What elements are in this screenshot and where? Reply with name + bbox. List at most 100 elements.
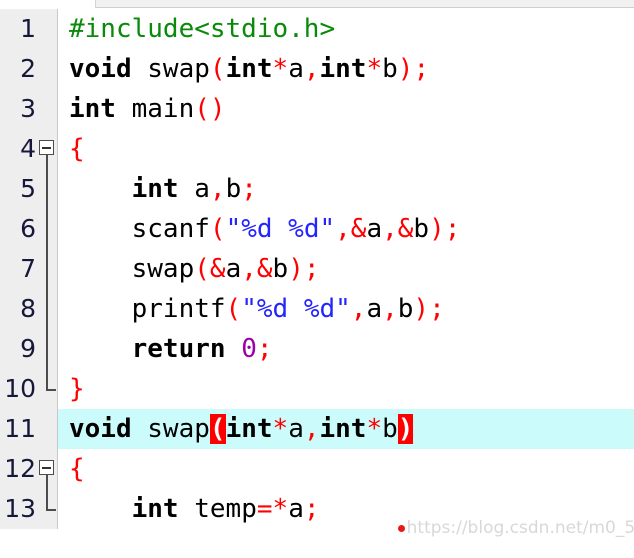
code-token-punc: &	[209, 254, 226, 284]
code-token-id: a	[366, 294, 383, 324]
code-token-punc: ,	[303, 414, 320, 444]
code-token-punc: *	[366, 414, 383, 444]
code-line[interactable]: {	[58, 449, 634, 489]
code-token-punc: )	[413, 294, 430, 324]
fold-region-end-marker	[46, 389, 56, 391]
code-token-punc: ,	[303, 54, 320, 84]
code-editor[interactable]: 1 2 3 4 5 6 7 8 9 10 11 12 13 #include<stdio.h> void …	[0, 9, 634, 538]
code-token-kw: int	[69, 94, 116, 124]
code-token-punc: ;	[303, 494, 320, 524]
line-number: 7	[20, 254, 36, 283]
code-line[interactable]: return 0;	[58, 329, 634, 369]
code-line[interactable]: int main()	[58, 89, 634, 129]
line-number-gutter[interactable]: 1 2 3 4 5 6 7 8 9 10 11 12 13	[0, 9, 58, 529]
code-token-punc: (	[225, 294, 242, 324]
code-token-punc: {	[69, 134, 85, 164]
line-number: 3	[20, 94, 36, 123]
code-token-kw: int	[131, 494, 179, 524]
code-token-pre: #include<stdio.h>	[69, 14, 336, 44]
code-token-punc: (	[194, 94, 210, 124]
line-number: 5	[20, 174, 36, 203]
line-number: 6	[20, 214, 36, 243]
code-token-punc: ;	[444, 214, 461, 244]
code-token-punc: &	[350, 214, 367, 244]
line-number: 12	[4, 454, 36, 483]
code-token-str: "%d %d"	[225, 214, 336, 244]
code-token-id	[179, 174, 195, 204]
code-token-id: b	[413, 214, 430, 244]
line-number: 8	[20, 294, 36, 323]
code-token-punc: ,	[382, 214, 398, 244]
code-token-id	[132, 414, 148, 444]
code-text-area[interactable]: #include<stdio.h> void swap(int*a,int*b);…	[58, 9, 634, 529]
code-token-kw: int	[131, 174, 179, 204]
code-line[interactable]: }	[58, 369, 634, 409]
code-line[interactable]: printf("%d %d",a,b);	[58, 289, 634, 329]
code-line[interactable]: void swap(int*a,int*b);	[58, 49, 634, 89]
code-token-punc: ,	[335, 214, 351, 244]
code-token-kw: void	[69, 54, 132, 84]
code-token-kw: int	[319, 414, 367, 444]
code-token-punc: ;	[303, 254, 320, 284]
code-token-punc: &	[397, 214, 414, 244]
code-token-id: swap	[147, 414, 210, 444]
code-token-punc: )	[429, 214, 445, 244]
code-token-num: 0	[241, 334, 257, 364]
code-token-id: a	[194, 174, 210, 204]
fold-toggle-icon[interactable]	[39, 140, 54, 155]
code-token-punc: )	[397, 54, 414, 84]
code-token-punc: &	[256, 254, 273, 284]
code-line[interactable]: void swap(int*a,int*b)	[58, 409, 634, 449]
line-number: 10	[4, 374, 36, 403]
line-number: 13	[4, 494, 36, 523]
code-line[interactable]: int temp=*a;	[58, 489, 634, 529]
code-line[interactable]: swap(&a,&b);	[58, 249, 634, 289]
code-line[interactable]: scanf("%d %d",&a,&b);	[58, 209, 634, 249]
code-token-punc: *	[272, 54, 289, 84]
code-line[interactable]: #include<stdio.h>	[58, 9, 634, 49]
code-token-punc: {	[69, 454, 85, 484]
code-token-punc: )	[209, 94, 226, 124]
code-token-id: a	[288, 494, 304, 524]
code-token-id: b	[272, 254, 289, 284]
code-token-id	[69, 254, 132, 284]
code-token-punc: (	[209, 214, 226, 244]
code-line[interactable]: {	[58, 129, 634, 169]
fold-region-line	[46, 475, 48, 509]
code-token-id	[132, 54, 148, 84]
code-token-id	[69, 294, 132, 324]
code-token-kw: int	[319, 54, 367, 84]
code-token-punc: (	[209, 54, 226, 84]
line-number: 4	[20, 134, 36, 163]
code-token-punc: )	[288, 254, 304, 284]
code-token-id	[69, 334, 132, 364]
code-token-kw: int	[225, 414, 273, 444]
code-token-punc: ;	[429, 294, 445, 324]
code-token-id: a	[366, 214, 383, 244]
code-token-id	[69, 214, 132, 244]
code-token-punc: ;	[241, 174, 257, 204]
fold-region-end-marker	[46, 509, 56, 511]
line-number: 2	[20, 54, 36, 83]
code-token-id: a	[288, 54, 304, 84]
line-number: 11	[4, 414, 36, 443]
code-token-punc: }	[69, 374, 85, 404]
fold-region-line	[46, 155, 48, 389]
code-token-id	[69, 494, 132, 524]
code-token-id: main	[131, 94, 195, 124]
code-token-id: a	[225, 254, 242, 284]
code-token-id: b	[397, 294, 414, 324]
line-number: 9	[20, 334, 36, 363]
fold-toggle-icon[interactable]	[39, 460, 54, 475]
code-token-punc: ,	[350, 294, 367, 324]
window-chrome-strip	[0, 0, 634, 9]
code-token-id	[69, 174, 132, 204]
code-token-id: swap	[147, 54, 210, 84]
code-token-punc: *	[272, 494, 289, 524]
code-token-str: "%d %d"	[241, 294, 351, 324]
code-token-match: )	[397, 414, 414, 444]
code-token-id: temp	[194, 494, 257, 524]
code-line[interactable]: int a,b;	[58, 169, 634, 209]
code-token-id	[226, 334, 242, 364]
code-token-id	[179, 494, 195, 524]
